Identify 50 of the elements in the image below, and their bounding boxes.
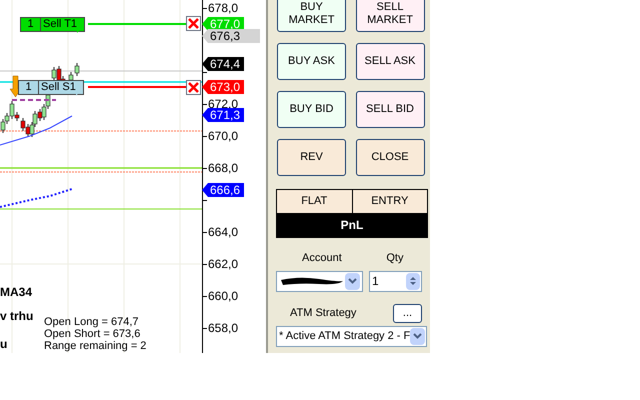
account-label: Account bbox=[301, 251, 343, 266]
price-marker: 666,6 bbox=[202, 183, 244, 197]
atm-strategy-label: ATM Strategy bbox=[289, 306, 356, 321]
order-button[interactable]: BUY BID bbox=[277, 91, 346, 128]
price-marker: 676,3 bbox=[202, 29, 260, 43]
order-button[interactable]: SELL BID bbox=[356, 91, 424, 128]
pnl-display: PnL bbox=[277, 213, 427, 237]
account-dropdown[interactable] bbox=[276, 270, 363, 292]
close-icon[interactable] bbox=[186, 80, 201, 95]
position-cell-text: FLAT bbox=[300, 194, 328, 210]
order-button[interactable]: BUY ASK bbox=[277, 43, 346, 80]
stats-text: Open Short = 673,6 bbox=[44, 329, 140, 340]
redacted-scribble-icon bbox=[279, 276, 345, 286]
order-quantity: 1 bbox=[21, 18, 41, 31]
price-marker: 671,3 bbox=[202, 108, 244, 122]
price-marker: 673,0 bbox=[202, 80, 244, 94]
indicator-label: u bbox=[0, 338, 8, 350]
price-tick-label: 670,0 bbox=[208, 130, 238, 142]
order-label: Sell T1 bbox=[42, 18, 78, 31]
atm-strategy-dropdown[interactable]: * Active ATM Strategy 2 - F bbox=[276, 326, 427, 346]
indicator-label: MA34 bbox=[0, 286, 32, 298]
order-button[interactable]: SELL ASK bbox=[356, 43, 424, 80]
price-tick-label: 658,0 bbox=[208, 322, 238, 334]
indicator-label: v trhu bbox=[0, 310, 34, 322]
order-tag[interactable]: 1 Sell S1 bbox=[18, 80, 84, 95]
dropdown-arrow-icon bbox=[345, 272, 360, 290]
order-button[interactable]: SELL MARKET bbox=[356, 0, 424, 32]
order-button[interactable]: BUY MARKET bbox=[277, 0, 346, 32]
stats-text: Open Long = 674,7 bbox=[44, 317, 138, 328]
dropdown-arrow-icon bbox=[410, 328, 425, 344]
spinner-arrows-icon bbox=[406, 272, 420, 290]
down-arrow-icon bbox=[10, 76, 22, 98]
price-tick-label: 672,0 bbox=[208, 98, 238, 110]
price-marker: 674,4 bbox=[202, 57, 244, 71]
order-button[interactable]: REV bbox=[277, 139, 346, 176]
order-label: Sell S1 bbox=[40, 81, 77, 94]
stats-text: Range remaining = 2 bbox=[44, 341, 146, 352]
price-tick-label: 664,0 bbox=[208, 226, 238, 238]
price-tick-label: 660,0 bbox=[208, 290, 238, 302]
price-tick-label: 662,0 bbox=[208, 258, 238, 270]
order-button[interactable]: CLOSE bbox=[356, 139, 424, 176]
order-quantity: 1 bbox=[19, 81, 39, 94]
close-icon[interactable] bbox=[186, 16, 201, 31]
atm-settings-button[interactable]: ... bbox=[393, 304, 422, 322]
price-tick-label: 668,0 bbox=[208, 162, 238, 174]
order-tag[interactable]: 1 Sell T1 bbox=[20, 17, 86, 32]
qty-spinner[interactable]: 1 bbox=[369, 270, 422, 292]
dashed-level-line bbox=[12, 99, 56, 101]
qty-label: Qty bbox=[385, 251, 404, 266]
price-tick-label: 678,0 bbox=[208, 2, 238, 14]
